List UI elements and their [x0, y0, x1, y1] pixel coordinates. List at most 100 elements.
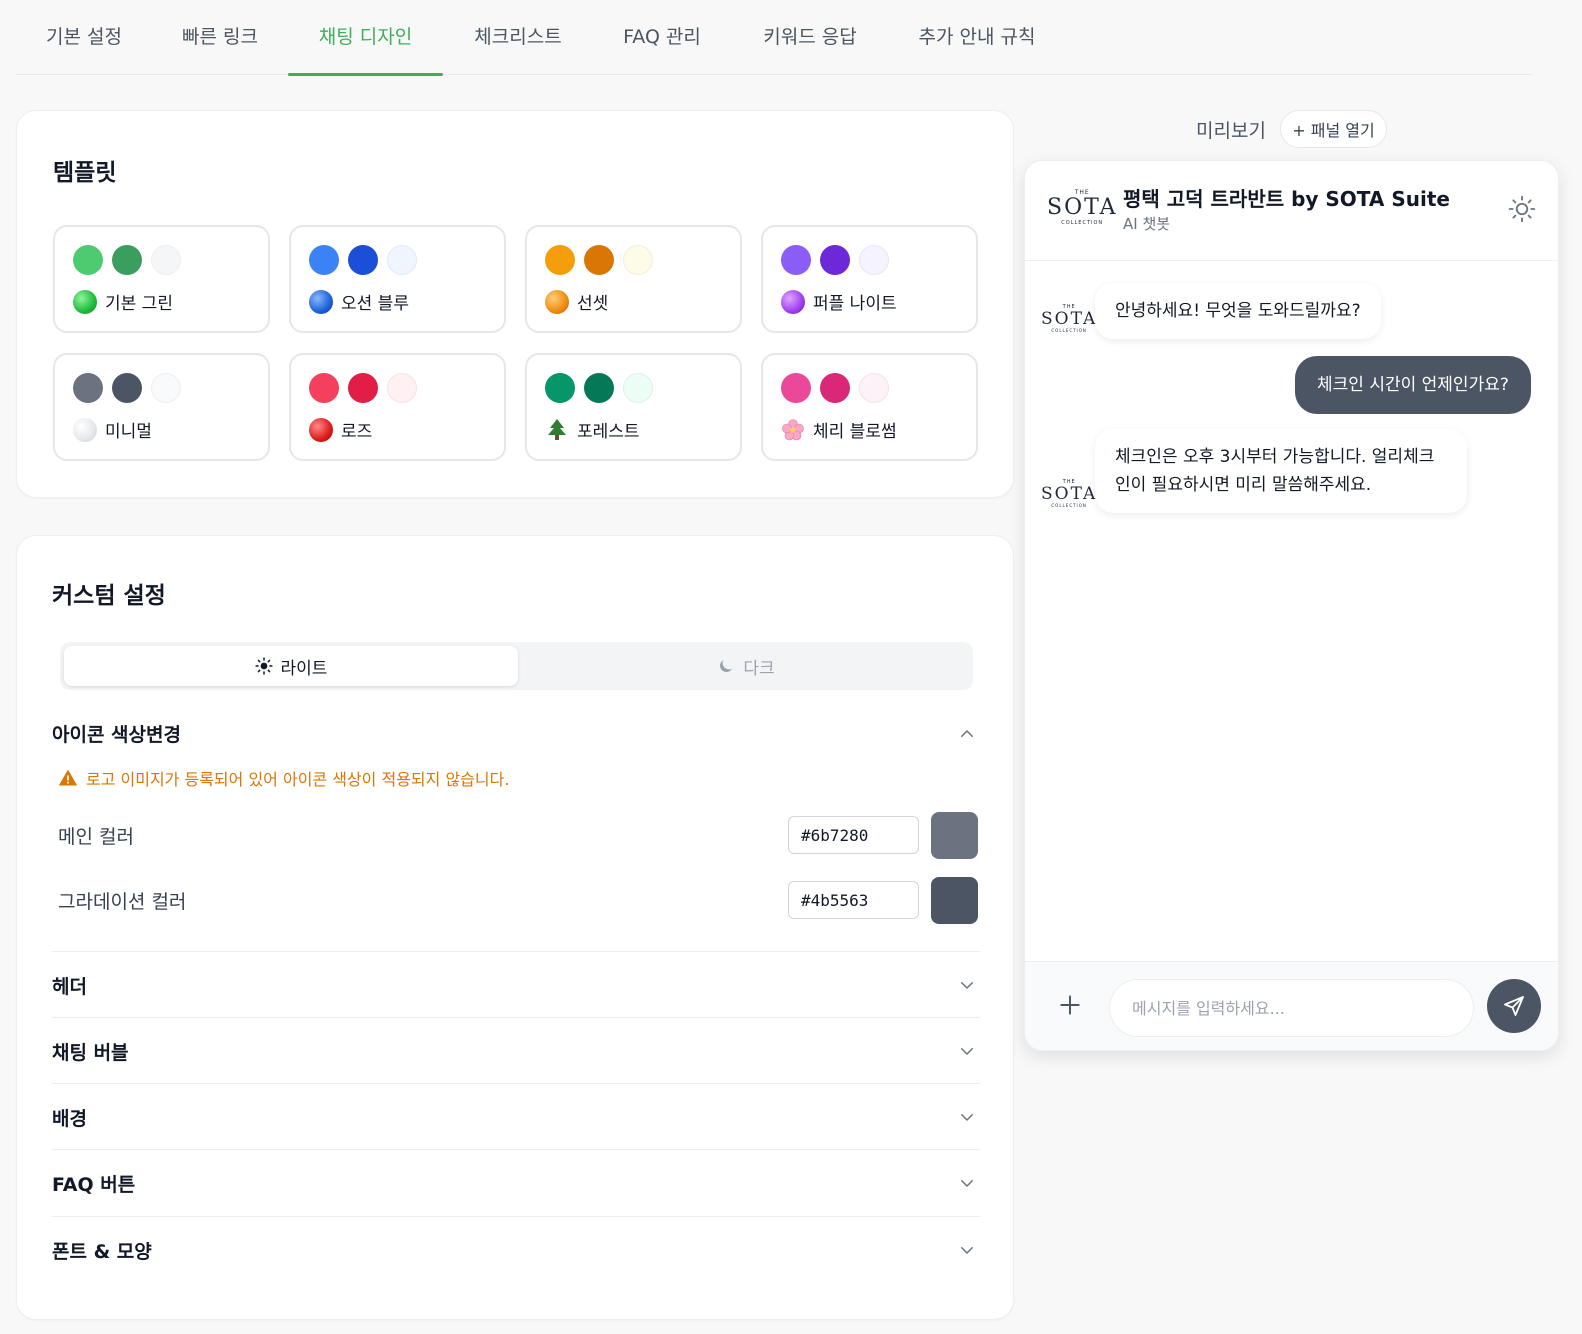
color-dot [623, 373, 653, 403]
chat-subtitle: AI 챗봇 [1123, 215, 1171, 233]
section-title: 채팅 버블 [52, 1042, 129, 1064]
blue-circle-icon [309, 289, 333, 314]
theme-sun-icon[interactable] [1508, 195, 1536, 223]
template-cherry-blossom[interactable]: 체리 블로썸 [761, 353, 978, 461]
purple-circle-icon [781, 289, 805, 314]
bot-message: 체크인은 오후 3시부터 가능합니다. 얼리체크인이 필요하시면 미리 말씀해주… [1095, 429, 1467, 513]
template-basic-green[interactable]: 기본 그린 [53, 225, 270, 333]
moon-icon [720, 660, 733, 672]
warning-text: 로고 이미지가 등록되어 있어 아이콘 색상이 적용되지 않습니다. [86, 770, 510, 789]
template-ocean-blue[interactable]: 오션 블루 [289, 225, 506, 333]
theme-mode-toggle: 라이트 다크 [60, 642, 973, 690]
red-circle-icon [309, 417, 333, 442]
tab-quick-links[interactable]: 빠른 링크 [164, 0, 276, 75]
color-dots [781, 373, 889, 403]
template-rose[interactable]: 로즈 [289, 353, 506, 461]
template-minimal[interactable]: 미니멀 [53, 353, 270, 461]
logo-warning: 로고 이미지가 등록되어 있어 아이콘 색상이 적용되지 않습니다. [58, 766, 509, 790]
color-dot [73, 373, 103, 403]
bot-message: 안녕하세요! 무엇을 도와드릴까요? [1095, 283, 1381, 339]
template-name: 기본 그린 [105, 294, 173, 314]
section-font-shape[interactable]: 폰트 & 모양 [52, 1216, 980, 1282]
light-mode-button[interactable]: 라이트 [64, 646, 518, 686]
plus-icon[interactable] [1057, 992, 1083, 1018]
color-dot [820, 373, 850, 403]
chat-preview: THE SOTA COLLECTION 평택 고덕 트라반트 by SOTA S… [1024, 160, 1559, 1051]
chevron-down-icon [961, 1048, 973, 1055]
section-faq-button[interactable]: FAQ 버튼 [52, 1149, 980, 1215]
send-button[interactable] [1487, 979, 1541, 1033]
color-dots [309, 245, 417, 275]
color-dot [623, 245, 653, 275]
tab-faq-management[interactable]: FAQ 관리 [606, 0, 718, 75]
color-dots [73, 245, 181, 275]
chat-title: 평택 고덕 트라반트 by SOTA Suite [1123, 187, 1450, 211]
settings-tabs: 기본 설정 빠른 링크 채팅 디자인 체크리스트 FAQ 관리 키워드 응답 추… [16, 0, 1532, 76]
template-name: 선셋 [577, 294, 609, 314]
color-dot [545, 245, 575, 275]
section-title: FAQ 버튼 [52, 1174, 136, 1196]
color-dot [348, 245, 378, 275]
custom-settings-title: 커스텀 설정 [52, 583, 166, 609]
tab-basic-settings[interactable]: 기본 설정 [20, 0, 148, 75]
section-header[interactable]: 헤더 [52, 951, 980, 1017]
open-panel-button[interactable]: + 패널 열기 [1280, 110, 1387, 148]
preview-label: 미리보기 [1196, 120, 1266, 142]
icon-color-section-header[interactable]: 아이콘 색상변경 [52, 720, 980, 750]
template-name: 체리 블로썸 [813, 422, 897, 442]
tab-additional-rules[interactable]: 추가 안내 규칙 [902, 0, 1052, 75]
color-dot [859, 373, 889, 403]
chevron-up-icon [961, 730, 973, 737]
color-dots [73, 373, 181, 403]
light-mode-label: 라이트 [280, 658, 328, 679]
color-dot [387, 245, 417, 275]
color-dot [348, 373, 378, 403]
template-sunset[interactable]: 선셋 [525, 225, 742, 333]
color-dot [584, 373, 614, 403]
gradient-color-hex-input[interactable] [788, 881, 919, 919]
sota-logo: THE SOTA COLLECTION [1047, 189, 1118, 226]
color-dot [820, 245, 850, 275]
green-circle-icon [73, 289, 97, 314]
blossom-icon [782, 418, 804, 440]
template-name: 오션 블루 [341, 294, 409, 314]
warning-icon [58, 769, 78, 786]
section-title: 폰트 & 모양 [52, 1241, 152, 1263]
color-dot [584, 245, 614, 275]
section-background[interactable]: 배경 [52, 1083, 980, 1149]
main-color-hex-input[interactable] [788, 816, 919, 854]
color-dot [387, 373, 417, 403]
template-name: 미니멀 [105, 422, 152, 442]
color-dot [309, 373, 339, 403]
template-name: 포레스트 [577, 422, 640, 442]
chevron-down-icon [961, 1180, 973, 1187]
bot-avatar: THE SOTA COLLECTION [1041, 304, 1098, 333]
sun-icon [254, 657, 273, 675]
tab-chat-design[interactable]: 채팅 디자인 [288, 0, 443, 76]
chevron-down-icon [961, 982, 973, 989]
gradient-color-swatch[interactable] [931, 877, 978, 924]
template-name: 로즈 [341, 422, 373, 442]
color-dots [309, 373, 417, 403]
tab-keyword-response[interactable]: 키워드 응답 [746, 0, 874, 75]
template-purple-night[interactable]: 퍼플 나이트 [761, 225, 978, 333]
color-dot [781, 373, 811, 403]
template-forest[interactable]: 포레스트 [525, 353, 742, 461]
color-dot [545, 373, 575, 403]
tab-checklist[interactable]: 체크리스트 [458, 0, 578, 75]
template-card: 템플릿 기본 그린 오션 블루 선셋 퍼플 나이트 미니멀 로즈 포레스트 체리… [16, 110, 1014, 498]
chat-input-bar [1025, 961, 1558, 1050]
dark-mode-button[interactable]: 다크 [519, 646, 973, 686]
main-color-swatch[interactable] [931, 812, 978, 859]
tree-icon [548, 418, 566, 440]
section-chat-bubble[interactable]: 채팅 버블 [52, 1017, 980, 1083]
message-input[interactable] [1109, 979, 1474, 1037]
color-dot [73, 245, 103, 275]
chevron-down-icon [961, 1247, 973, 1254]
bot-avatar: THE SOTA COLLECTION [1041, 479, 1098, 508]
white-circle-icon [73, 417, 97, 442]
chevron-down-icon [961, 1114, 973, 1121]
orange-circle-icon [545, 289, 569, 314]
section-title: 헤더 [52, 976, 87, 998]
template-name: 퍼플 나이트 [813, 294, 897, 314]
